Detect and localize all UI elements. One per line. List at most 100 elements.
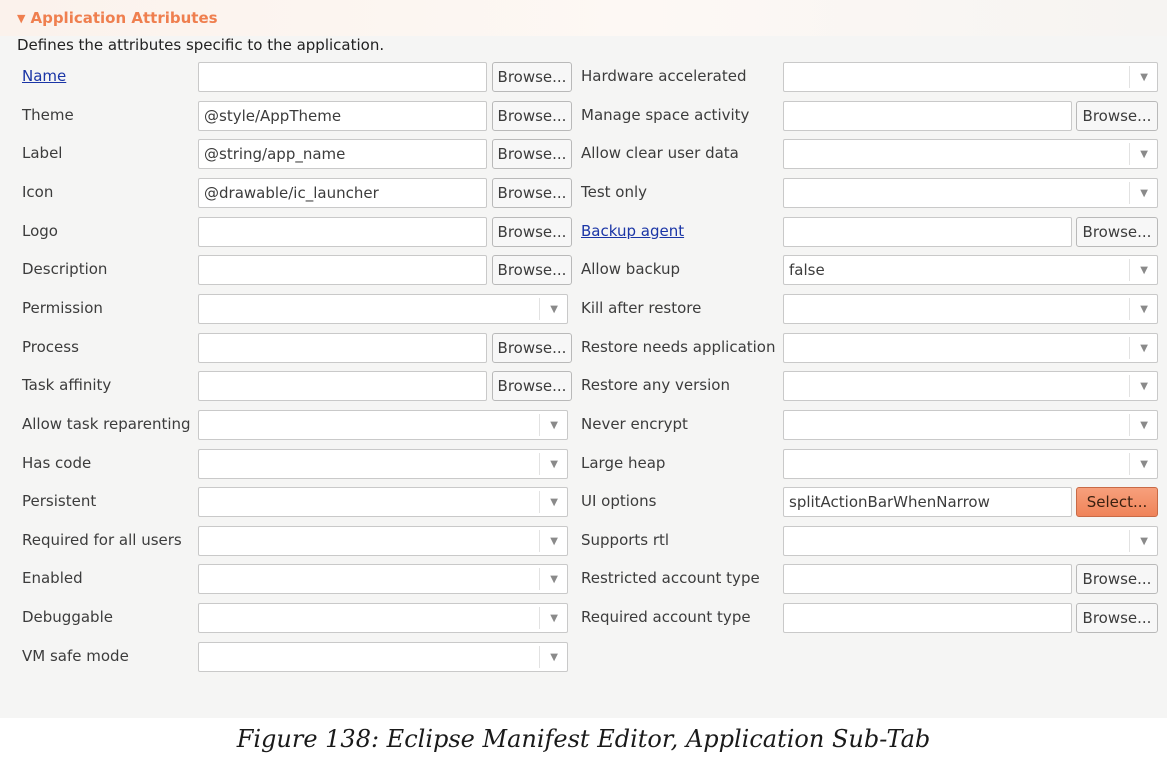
combo-separator (1129, 66, 1130, 88)
backup-agent-link[interactable]: Backup agent (581, 222, 684, 240)
chevron-down-icon[interactable]: ▼ (1140, 459, 1148, 470)
name-browse-button[interactable]: Browse... (492, 62, 572, 92)
restore-needs-application-label: Restore needs application (581, 337, 776, 356)
chevron-down-icon[interactable]: ▼ (550, 613, 558, 624)
required-for-all-users-label: Required for all users (22, 530, 182, 549)
combo-separator (1129, 143, 1130, 166)
task-affinity-label: Task affinity (22, 376, 112, 395)
chevron-down-icon[interactable]: ▼ (1140, 343, 1148, 354)
combo-separator (539, 491, 540, 514)
section-description: Defines the attributes specific to the a… (17, 36, 385, 54)
ui-options-field[interactable]: splitActionBarWhenNarrow (783, 487, 1072, 518)
restricted-account-type-browse-button[interactable]: Browse... (1076, 564, 1158, 595)
chevron-down-icon[interactable]: ▼ (550, 459, 558, 470)
chevron-down-icon[interactable]: ▼ (1140, 72, 1148, 83)
triangle-down-icon[interactable]: ▼ (17, 12, 25, 25)
combo-separator (539, 413, 540, 436)
description-browse-button[interactable]: Browse... (492, 255, 572, 286)
vm-safe-mode-label: VM safe mode (22, 646, 129, 665)
label-label: Label (22, 144, 63, 163)
section-header[interactable]: ▼ Application Attributes (0, 0, 1167, 36)
manage-space-activity-field[interactable] (783, 100, 1072, 131)
kill-after-restore-label: Kill after restore (581, 298, 702, 317)
allow-backup-combo[interactable]: false ▼ (783, 255, 1158, 286)
application-attributes-panel: ▼ Application Attributes Defines the attr… (0, 0, 1167, 718)
process-label: Process (22, 337, 79, 356)
combo-separator (1129, 413, 1130, 436)
combo-separator (1129, 259, 1130, 282)
chevron-down-icon[interactable]: ▼ (550, 304, 558, 315)
chevron-down-icon[interactable]: ▼ (550, 536, 558, 547)
debuggable-combo[interactable]: ▼ (198, 603, 568, 634)
required-account-type-browse-button[interactable]: Browse... (1076, 603, 1158, 634)
large-heap-label: Large heap (581, 453, 666, 472)
icon-label: Icon (22, 182, 54, 201)
restore-needs-application-combo[interactable]: ▼ (783, 332, 1158, 363)
combo-separator (539, 645, 540, 668)
chevron-down-icon[interactable]: ▼ (550, 652, 558, 663)
chevron-down-icon[interactable]: ▼ (1140, 420, 1148, 431)
has-code-combo[interactable]: ▼ (198, 448, 568, 479)
chevron-down-icon[interactable]: ▼ (1140, 149, 1148, 160)
enabled-combo[interactable]: ▼ (198, 564, 568, 595)
vm-safe-mode-combo[interactable]: ▼ (198, 641, 568, 672)
chevron-down-icon[interactable]: ▼ (1140, 188, 1148, 199)
icon-browse-button[interactable]: Browse... (492, 177, 572, 208)
combo-separator (1129, 452, 1130, 475)
label-browse-button[interactable]: Browse... (492, 139, 572, 170)
combo-separator (1129, 181, 1130, 204)
persistent-combo[interactable]: ▼ (198, 487, 568, 518)
large-heap-combo[interactable]: ▼ (783, 448, 1158, 479)
chevron-down-icon[interactable]: ▼ (1140, 381, 1148, 392)
allow-clear-user-data-combo[interactable]: ▼ (783, 139, 1158, 170)
process-browse-button[interactable]: Browse... (492, 332, 572, 363)
combo-separator (1129, 375, 1130, 398)
allow-backup-label: Allow backup (581, 260, 681, 279)
chevron-down-icon[interactable]: ▼ (1140, 265, 1148, 276)
permission-label: Permission (22, 298, 103, 317)
logo-label: Logo (22, 221, 58, 240)
chevron-down-icon[interactable]: ▼ (1140, 536, 1148, 547)
permission-combo[interactable]: ▼ (198, 293, 568, 324)
task-affinity-browse-button[interactable]: Browse... (492, 371, 572, 402)
restore-any-version-combo[interactable]: ▼ (783, 371, 1158, 402)
logo-field[interactable] (198, 216, 487, 247)
supports-rtl-label: Supports rtl (581, 530, 670, 549)
persistent-label: Persistent (22, 492, 97, 511)
logo-browse-button[interactable]: Browse... (492, 216, 572, 247)
task-affinity-field[interactable] (198, 371, 487, 402)
name-field[interactable] (198, 62, 487, 92)
allow-task-reparenting-combo[interactable]: ▼ (198, 409, 568, 440)
never-encrypt-combo[interactable]: ▼ (783, 409, 1158, 440)
debuggable-label: Debuggable (22, 608, 113, 627)
description-field[interactable] (198, 255, 487, 286)
test-only-label: Test only (581, 182, 648, 201)
backup-agent-browse-button[interactable]: Browse... (1076, 216, 1158, 247)
required-account-type-field[interactable] (783, 603, 1072, 634)
hardware-accelerated-combo[interactable]: ▼ (783, 62, 1158, 92)
test-only-combo[interactable]: ▼ (783, 177, 1158, 208)
manage-space-activity-browse-button[interactable]: Browse... (1076, 100, 1158, 131)
combo-separator (1129, 336, 1130, 359)
process-field[interactable] (198, 332, 487, 363)
theme-browse-button[interactable]: Browse... (492, 100, 572, 131)
required-for-all-users-combo[interactable]: ▼ (198, 525, 568, 556)
combo-separator (539, 529, 540, 552)
icon-field[interactable]: @drawable/ic_launcher (198, 177, 487, 208)
combo-separator (539, 452, 540, 475)
backup-agent-field[interactable] (783, 216, 1072, 247)
ui-options-select-button[interactable]: Select... (1076, 487, 1158, 518)
chevron-down-icon[interactable]: ▼ (1140, 304, 1148, 315)
section-title[interactable]: ▼ Application Attributes (17, 9, 218, 27)
chevron-down-icon[interactable]: ▼ (550, 420, 558, 431)
name-link[interactable]: Name (22, 67, 66, 85)
chevron-down-icon[interactable]: ▼ (550, 574, 558, 585)
supports-rtl-combo[interactable]: ▼ (783, 525, 1158, 556)
theme-field[interactable]: @style/AppTheme (198, 100, 487, 131)
kill-after-restore-combo[interactable]: ▼ (783, 293, 1158, 324)
restricted-account-type-field[interactable] (783, 564, 1072, 595)
restricted-account-type-label: Restricted account type (581, 569, 760, 588)
has-code-label: Has code (22, 453, 92, 472)
chevron-down-icon[interactable]: ▼ (550, 497, 558, 508)
label-field[interactable]: @string/app_name (198, 139, 487, 170)
